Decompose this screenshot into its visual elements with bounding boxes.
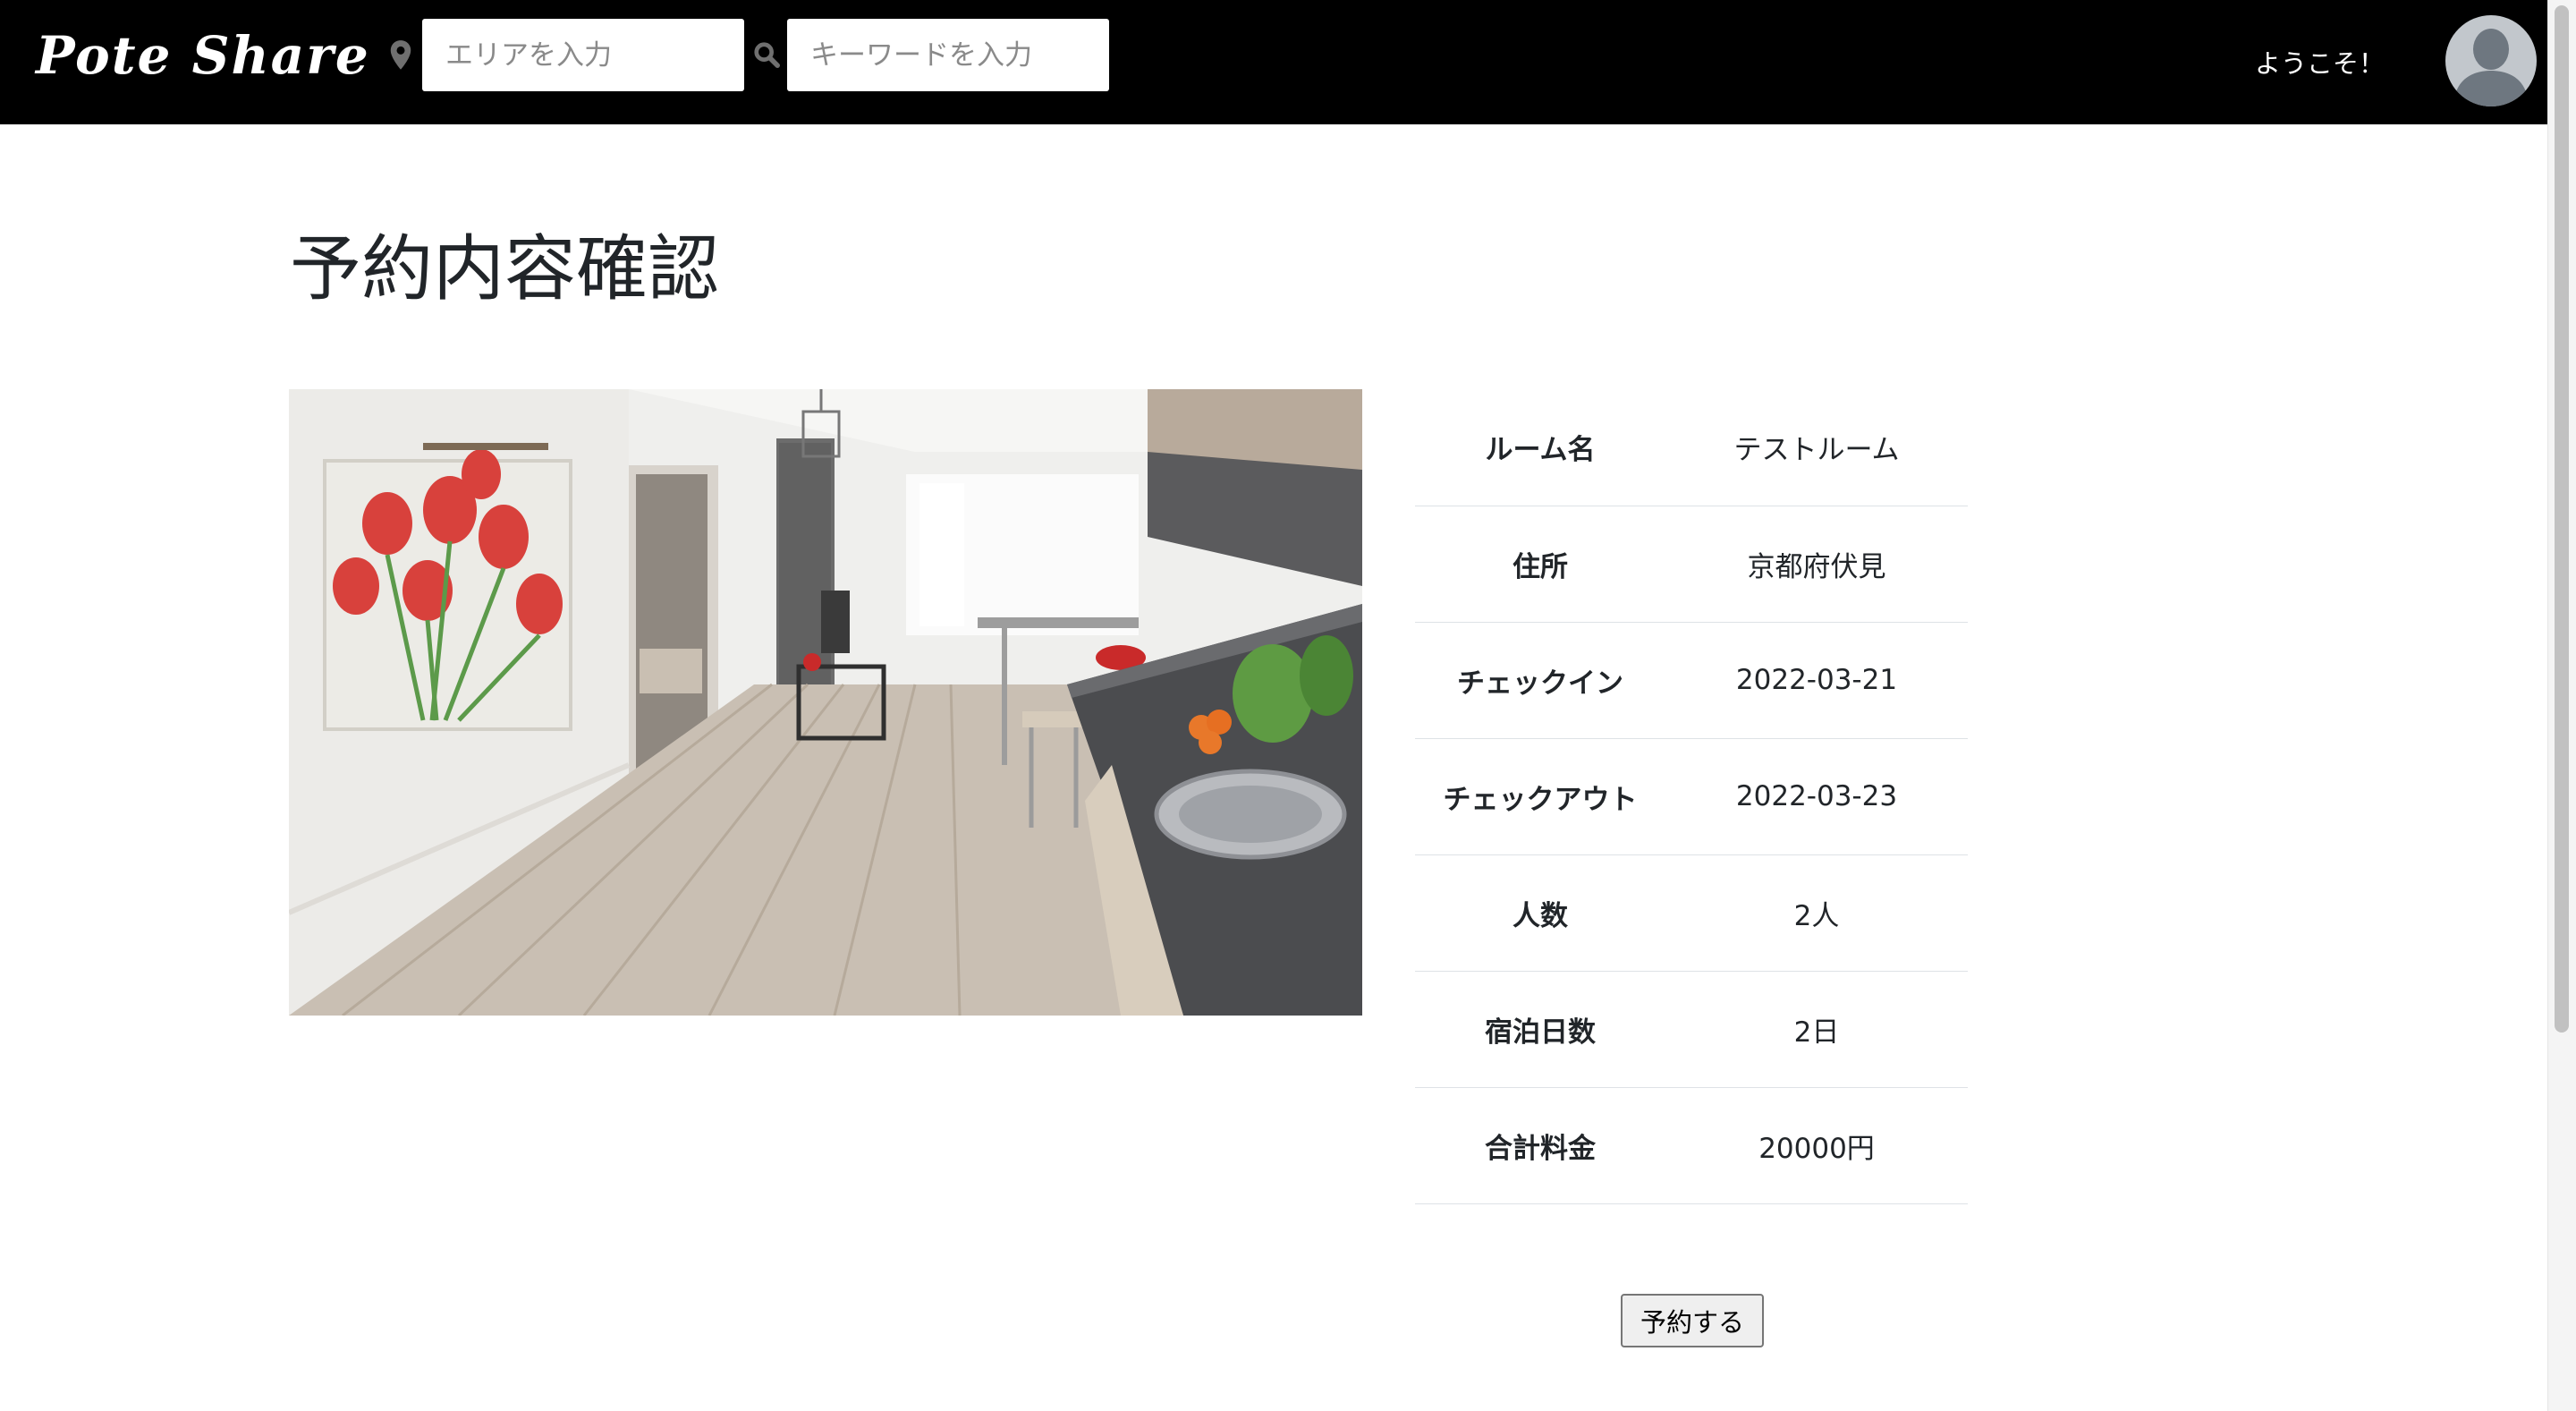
nights-value: 2日 [1793,1016,1840,1049]
guests-label: 人数 [1513,899,1568,932]
area-search-input[interactable] [422,19,744,91]
welcome-text: ようこそ！ [2255,48,2385,79]
room-name-label: ルーム名 [1485,434,1596,467]
room-interior-photo [289,389,1362,1016]
table-row: チェックアウト 2022-03-23 [1415,738,1968,854]
reservation-details-table: ルーム名 テストルーム 住所 京都府伏見 チェックイン 2022-03-21 チ… [1415,389,1968,1204]
total-price-label: 合計料金 [1485,1132,1596,1165]
room-name-value: テストルーム [1733,434,1900,467]
page-title: 予約内容確認 [290,227,719,310]
reserve-button[interactable]: 予約する [1621,1294,1764,1347]
address-label: 住所 [1513,550,1568,583]
top-navbar: Pote Share ようこそ！ [0,0,2547,124]
scrollbar-thumb[interactable] [2555,5,2569,1033]
search-icon [754,42,780,68]
checkout-value: 2022-03-23 [1735,780,1898,812]
table-row: 住所 京都府伏見 [1415,506,1968,622]
map-marker-icon [390,40,411,70]
keyword-search-input[interactable] [787,19,1109,91]
table-row: 宿泊日数 2日 [1415,971,1968,1087]
table-row: 人数 2人 [1415,854,1968,971]
user-avatar-icon[interactable] [2423,15,2559,106]
checkin-value: 2022-03-21 [1735,664,1898,696]
checkin-label: チェックイン [1457,667,1623,700]
nights-label: 宿泊日数 [1485,1016,1596,1049]
address-value: 京都府伏見 [1747,550,1886,583]
total-price-value: 20000円 [1758,1132,1875,1165]
table-row: ルーム名 テストルーム [1415,389,1968,506]
table-row: 合計料金 20000円 [1415,1087,1968,1203]
checkout-label: チェックアウト [1443,783,1638,816]
guests-value: 2人 [1793,899,1840,932]
site-logo[interactable]: Pote Share [36,25,370,86]
table-row: チェックイン 2022-03-21 [1415,622,1968,738]
